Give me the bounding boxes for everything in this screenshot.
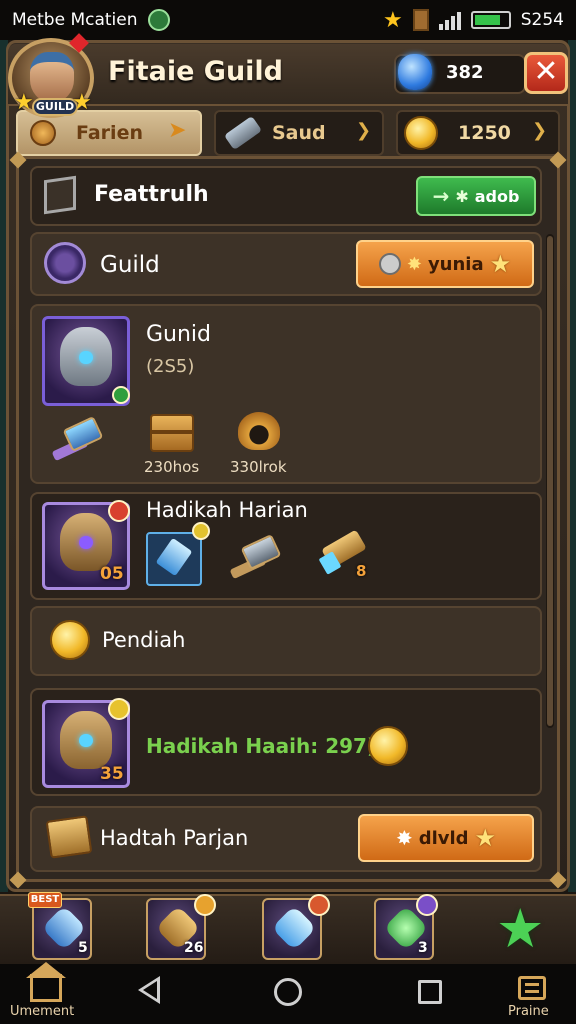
gem-badge <box>416 894 438 916</box>
tab-coins[interactable]: 1250 ❯ <box>396 110 560 156</box>
tab-label: 1250 <box>458 122 511 144</box>
alert-badge <box>308 894 330 916</box>
crystal-sword-icon[interactable] <box>146 532 202 586</box>
hero-face-icon <box>30 52 74 102</box>
star-icon: ★ <box>72 90 92 115</box>
item-caption: 230hos <box>144 458 200 476</box>
item-caption: 330lrok <box>230 458 287 476</box>
status-bar: Metbe Mcatien ★ S254 <box>0 0 576 40</box>
tab-saud[interactable]: Saud ❯ <box>214 110 384 156</box>
horn-icon[interactable] <box>238 412 280 450</box>
coin-badge <box>194 894 216 916</box>
scroll-count: 8 <box>356 562 367 580</box>
star-icon: ★ <box>14 90 34 115</box>
signal-icon <box>438 10 461 30</box>
best-tag: BEST <box>28 892 62 908</box>
slot-count: 5 <box>78 940 88 956</box>
claim-button[interactable]: ✸ dlvld ★ <box>358 814 534 862</box>
hammer-icon <box>223 115 263 151</box>
star-notification-icon: ★ <box>383 7 403 33</box>
ring-icon <box>378 253 401 275</box>
feature-label: Feattrulh <box>94 182 209 207</box>
guild-join-label: yunia <box>427 253 484 275</box>
horn-icon <box>30 120 56 146</box>
home-button-icon[interactable] <box>274 978 302 1006</box>
reward-section-label: Pendiah <box>102 628 186 652</box>
level-badge: 05 <box>100 564 124 584</box>
star-icon: ★ <box>474 824 497 852</box>
guild-emblem-icon <box>44 242 86 284</box>
guild-join-button[interactable]: ✸ yunia ★ <box>356 240 534 288</box>
book-notification-icon <box>412 9 429 31</box>
scrollbar-thumb[interactable] <box>547 236 553 726</box>
arrow-right-icon: → <box>432 184 450 208</box>
pending-label: Hadtah Parjan <box>100 826 249 850</box>
chest-icon[interactable] <box>150 414 194 452</box>
claim-button-label: dlvld <box>418 827 469 849</box>
arrow-right-icon: ➤ <box>168 118 187 143</box>
clock: S254 <box>520 10 564 30</box>
status-badge <box>112 386 130 404</box>
home-icon[interactable] <box>30 974 62 1002</box>
hammer-icon[interactable] <box>228 533 288 584</box>
guild-row-label: Guild <box>100 252 160 278</box>
sparkle-icon: ✸ <box>395 826 413 850</box>
chevron-right-icon: ❯ <box>532 120 548 141</box>
scroll-icon <box>45 815 93 859</box>
level-badge: 35 <box>100 764 124 784</box>
cube-icon <box>44 175 76 215</box>
tab-label: Farien <box>76 122 143 144</box>
sparkle-icon: ✸ <box>406 253 422 275</box>
coin-icon[interactable] <box>368 726 408 766</box>
slot-count: 26 <box>184 940 204 956</box>
tab-label: Saud <box>272 122 326 144</box>
hammer-icon[interactable] <box>50 415 110 466</box>
coin-badge <box>108 698 130 720</box>
battery-icon <box>470 11 511 29</box>
guild-name: Gunid <box>146 322 212 347</box>
blue-gem-icon <box>398 54 432 90</box>
coin-icon <box>404 116 438 150</box>
sparkle-icon: ✱ <box>455 186 469 206</box>
gem-count: 382 <box>446 62 484 83</box>
feature-button-label: adob <box>474 186 520 206</box>
recents-icon[interactable] <box>418 980 442 1004</box>
carrier-name: Metbe Mcatien <box>12 10 138 30</box>
app-notification-icon <box>147 9 170 31</box>
reward-daily-text: Hadikah Haaih: 297) <box>146 734 377 758</box>
page-title: Fitaie Guild <box>108 56 284 87</box>
daily-reward-title: Hadikah Harian <box>146 498 308 522</box>
alert-badge <box>108 500 130 522</box>
feature-button[interactable]: → ✱ adob <box>416 176 536 216</box>
menu-icon[interactable] <box>518 976 546 1000</box>
favorite-star-icon[interactable]: ★ <box>496 902 544 956</box>
chevron-right-icon: ❯ <box>356 120 372 141</box>
guild-sub: (2S5) <box>146 356 195 377</box>
nav-left-label[interactable]: Umement <box>10 1004 74 1019</box>
close-button[interactable]: ✕ <box>524 52 568 94</box>
slot-count: 3 <box>418 940 428 956</box>
coin-icon <box>50 620 90 660</box>
star-icon: ★ <box>489 250 512 278</box>
nav-right-label[interactable]: Praine <box>508 1004 549 1019</box>
coin-badge <box>192 522 210 540</box>
